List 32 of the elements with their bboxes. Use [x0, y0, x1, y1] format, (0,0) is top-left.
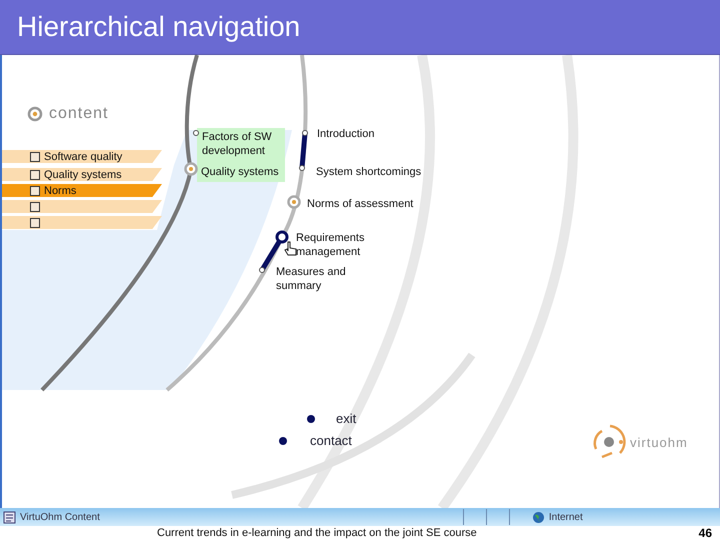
node-dot[interactable]: [302, 130, 308, 136]
node-label[interactable]: Quality systems: [201, 165, 291, 179]
node-ring[interactable]: [287, 195, 301, 209]
hand-cursor-icon: [284, 241, 298, 257]
bullet-dot: [307, 415, 315, 423]
page-icon: [3, 510, 16, 524]
globe-icon: [532, 510, 545, 524]
node-label[interactable]: Measures and summary: [276, 265, 356, 293]
content-heading: content: [49, 105, 108, 123]
ring-icon: [27, 106, 43, 122]
node-ring[interactable]: [184, 162, 198, 176]
node-dot[interactable]: [299, 165, 305, 171]
nav-link[interactable]: exit: [336, 410, 356, 428]
slide-title: Hierarchical navigation: [17, 11, 300, 43]
page-number: 46: [698, 526, 712, 540]
node-label[interactable]: Factors of SW development: [202, 130, 282, 158]
bullet-dot: [279, 437, 287, 445]
menu-item[interactable]: Norms: [2, 184, 162, 197]
page-title: VirtuOhm Content: [20, 512, 100, 522]
zone-label: Internet: [548, 512, 583, 522]
menu-item[interactable]: Software quality: [2, 150, 162, 163]
node-label[interactable]: System shortcomings: [316, 165, 446, 179]
node-dot[interactable]: [259, 267, 265, 273]
current-node[interactable]: [276, 230, 288, 244]
menu-item[interactable]: Quality systems: [2, 168, 162, 181]
node-label[interactable]: Norms of assessment: [307, 197, 437, 211]
logo-text: virtuohm: [630, 434, 688, 450]
node-dot[interactable]: [193, 130, 199, 136]
node-label[interactable]: Introduction: [317, 127, 397, 141]
footer-text: Current trends in e-learning and the impact on the joint SE course: [157, 527, 477, 539]
nav-link[interactable]: contact: [310, 432, 352, 450]
node-label[interactable]: Requirements management: [296, 231, 376, 259]
